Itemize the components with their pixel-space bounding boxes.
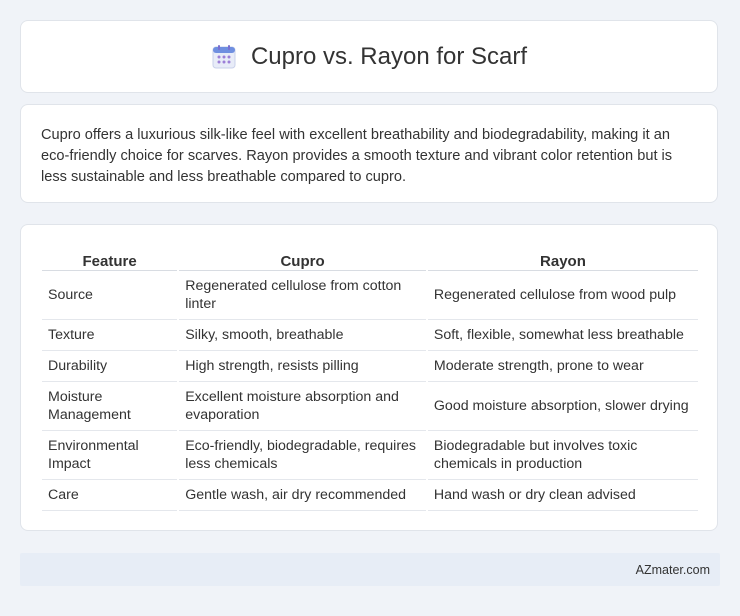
table-header-row: Feature Cupro Rayon <box>42 246 698 271</box>
cupro-cell: Eco-friendly, biodegradable, requires le… <box>179 431 426 480</box>
table-row: Source Regenerated cellulose from cotton… <box>42 271 698 320</box>
cupro-cell: Silky, smooth, breathable <box>179 320 426 351</box>
header-cupro: Cupro <box>179 246 426 271</box>
comparison-table: Feature Cupro Rayon Source Regenerated c… <box>40 246 700 511</box>
rayon-cell: Hand wash or dry clean advised <box>427 480 698 511</box>
table-row: Moisture Management Excellent moisture a… <box>42 382 698 431</box>
cupro-cell: High strength, resists pilling <box>179 351 426 382</box>
footer-bar: AZmater.com <box>20 553 720 586</box>
footer-site-label: AZmater.com <box>635 562 710 577</box>
intro-paragraph: Cupro offers a luxurious silk-like feel … <box>41 127 673 185</box>
feature-cell: Environmental Impact <box>42 431 178 480</box>
title-wrap: Cupro vs. Rayon for Scarf <box>211 43 527 71</box>
cupro-cell: Regenerated cellulose from cotton linter <box>179 271 426 320</box>
feature-cell: Texture <box>42 320 178 351</box>
rayon-cell: Biodegradable but involves toxic chemica… <box>427 431 698 480</box>
feature-cell: Moisture Management <box>42 382 178 431</box>
table-row: Texture Silky, smooth, breathable Soft, … <box>42 320 698 351</box>
rayon-cell: Regenerated cellulose from wood pulp <box>427 271 698 320</box>
rayon-cell: Soft, flexible, somewhat less breathable <box>427 320 698 351</box>
header-feature: Feature <box>42 246 178 271</box>
rayon-cell: Moderate strength, prone to wear <box>427 351 698 382</box>
cupro-cell: Excellent moisture absorption and evapor… <box>179 382 426 431</box>
title-card: Cupro vs. Rayon for Scarf <box>20 20 718 93</box>
comparison-card: Feature Cupro Rayon Source Regenerated c… <box>20 224 718 531</box>
calendar-icon <box>212 44 236 68</box>
intro-card: Cupro offers a luxurious silk-like feel … <box>20 104 718 203</box>
header-rayon: Rayon <box>427 246 698 271</box>
cupro-cell: Gentle wash, air dry recommended <box>179 480 426 511</box>
feature-cell: Source <box>42 271 178 320</box>
table-row: Durability High strength, resists pillin… <box>42 351 698 382</box>
feature-cell: Durability <box>42 351 178 382</box>
table-row: Care Gentle wash, air dry recommended Ha… <box>42 480 698 511</box>
table-row: Environmental Impact Eco-friendly, biode… <box>42 431 698 480</box>
page-title: Cupro vs. Rayon for Scarf <box>250 42 528 70</box>
rayon-cell: Good moisture absorption, slower drying <box>427 382 698 431</box>
feature-cell: Care <box>42 480 178 511</box>
